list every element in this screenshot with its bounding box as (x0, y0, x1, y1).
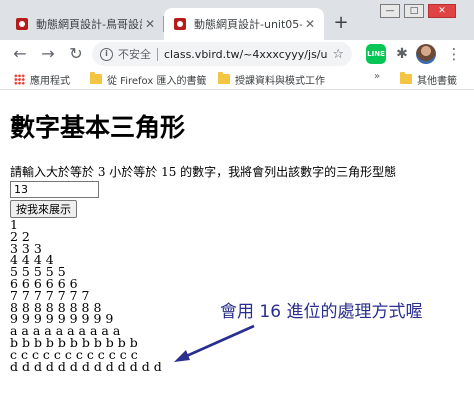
bookmark-apps[interactable]: 應用程式 (14, 71, 70, 87)
reload-button[interactable]: ↻ (64, 42, 88, 66)
tab-active[interactable]: 動態網頁設計-unit05-3- ✕ (164, 8, 324, 40)
annotation-text: 會用 16 進位的處理方式喔 (220, 302, 423, 322)
bookmark-label: 應用程式 (30, 75, 70, 87)
folder-icon (218, 72, 230, 84)
output-line: 3 3 3 (10, 240, 42, 256)
forward-button[interactable]: → (36, 42, 60, 66)
insecure-warning-icon[interactable]: i (100, 47, 113, 61)
tab-close-icon[interactable]: ✕ (142, 17, 158, 31)
show-triangle-button[interactable]: 按我來展示 (10, 200, 77, 218)
omnibox-divider (157, 47, 158, 61)
bookmark-folder-firefox[interactable]: 從 Firefox 匯入的書籤 (90, 71, 206, 87)
output-line: 4 4 4 4 (10, 252, 54, 268)
bookmark-label: 從 Firefox 匯入的書籤 (107, 75, 207, 87)
instruction-text: 請輸入大於等於 3 小於等於 15 的數字，我將會列出該數字的三角形型態 (10, 165, 397, 179)
site-favicon-icon (174, 18, 186, 30)
browser-titlebar: 動態網頁設計-鳥哥設計 ✕ 動態網頁設計-unit05-3- ✕ + — □ ✕ (0, 0, 474, 40)
bookmark-label: 授課資料與模式工作 (235, 75, 325, 87)
annotation-arrow-icon (174, 324, 255, 362)
number-input[interactable] (10, 181, 99, 198)
output-line: 1 (10, 217, 18, 232)
browser-menu-icon[interactable]: ⋮ (444, 44, 464, 64)
bookmarks-overflow-chevron-icon[interactable]: » (374, 71, 380, 82)
folder-icon (400, 72, 412, 84)
bookmark-folder-teaching[interactable]: 授課資料與模式工作 (218, 71, 325, 87)
bookmark-label: 其他書籤 (417, 75, 457, 87)
tab-title: 動態網頁設計-unit05-3- (194, 18, 302, 31)
bookmark-star-icon[interactable]: ☆ (332, 47, 344, 62)
apps-grid-icon (14, 73, 25, 85)
bookmarks-bar: 應用程式 從 Firefox 匯入的書籤 授課資料與模式工作 » 其他書籤 (0, 68, 474, 90)
address-bar[interactable]: i 不安全 class.vbird.tw/~4xxxcyyy/js/un··· … (92, 42, 352, 66)
tab-inactive[interactable]: 動態網頁設計-鳥哥設計 ✕ (6, 8, 164, 40)
tab-title: 動態網頁設計-鳥哥設計 (36, 18, 142, 31)
url-text[interactable]: class.vbird.tw/~4xxxcyyy/js/un··· (164, 48, 328, 61)
minimize-button[interactable]: — (380, 4, 400, 18)
profile-avatar[interactable] (416, 44, 436, 64)
maximize-button[interactable]: □ (404, 4, 424, 18)
new-tab-button[interactable]: + (330, 12, 352, 34)
output-line: 2 2 (10, 228, 30, 244)
bookmark-folder-other[interactable]: 其他書籤 (400, 71, 457, 87)
site-favicon-icon (16, 18, 28, 30)
tab-close-icon[interactable]: ✕ (302, 17, 318, 31)
browser-toolbar: ← → ↻ i 不安全 class.vbird.tw/~4xxxcyyy/js/… (0, 40, 474, 68)
window-close-button[interactable]: ✕ (428, 4, 456, 18)
line-extension-icon[interactable]: LINE (366, 44, 386, 64)
extensions-puzzle-icon[interactable]: ✱ (392, 44, 412, 64)
back-button[interactable]: ← (8, 42, 32, 66)
output-line: 5 5 5 5 5 (10, 264, 66, 280)
security-label: 不安全 (118, 48, 151, 61)
folder-icon (90, 72, 102, 84)
page-title: 數字基本三角形 (10, 113, 186, 142)
